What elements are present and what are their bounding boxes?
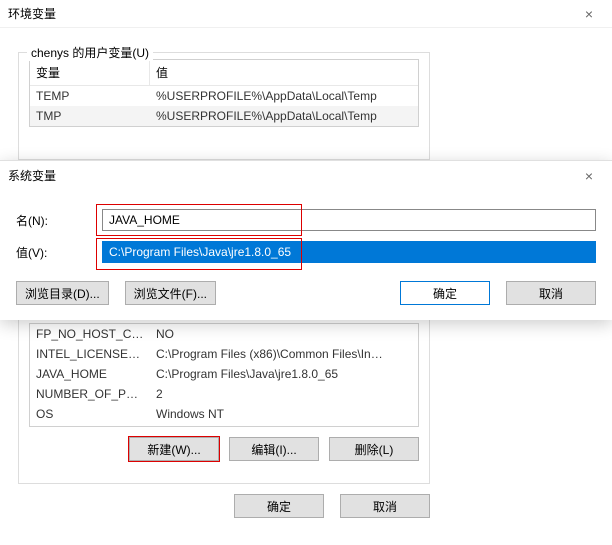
dialog-title: 系统变量 bbox=[8, 161, 56, 191]
table-row[interactable]: TEMP %USERPROFILE%\AppData\Local\Temp bbox=[30, 86, 418, 106]
table-header: 变量 值 bbox=[30, 60, 418, 86]
cancel-button[interactable]: 取消 bbox=[506, 281, 596, 305]
table-row[interactable]: INTEL_LICENSE_F… C:\Program Files (x86)\… bbox=[30, 344, 418, 364]
table-row[interactable]: TMP %USERPROFILE%\AppData\Local\Temp bbox=[30, 106, 418, 126]
user-variables-table[interactable]: 变量 值 TEMP %USERPROFILE%\AppData\Local\Te… bbox=[29, 59, 419, 127]
browse-directory-button[interactable]: 浏览目录(D)... bbox=[16, 281, 109, 305]
header-value: 值 bbox=[150, 60, 418, 85]
table-row[interactable]: JAVA_HOME C:\Program Files\Java\jre1.8.0… bbox=[30, 364, 418, 384]
variable-value-row: 值(V): bbox=[16, 241, 596, 263]
dialog-body: 名(N): 值(V): bbox=[0, 191, 612, 277]
close-icon[interactable]: × bbox=[574, 0, 604, 28]
dialog-bottom-buttons: 确定 取消 bbox=[0, 494, 448, 518]
close-icon[interactable]: × bbox=[574, 161, 604, 191]
dialog-title: 环境变量 bbox=[8, 0, 56, 28]
variable-name-input[interactable] bbox=[102, 209, 596, 231]
table-row[interactable]: NUMBER_OF_PR… 2 bbox=[30, 384, 418, 404]
user-variables-group: chenys 的用户变量(U) 变量 值 TEMP %USERPROFILE%\… bbox=[18, 52, 430, 160]
system-variables-group: FP_NO_HOST_CH… NO INTEL_LICENSE_F… C:\Pr… bbox=[18, 316, 430, 484]
ok-button[interactable]: 确定 bbox=[400, 281, 490, 305]
dialog-buttons: 浏览目录(D)... 浏览文件(F)... 确定 取消 bbox=[0, 277, 612, 305]
system-buttons-row: 新建(W)... 编辑(I)... 删除(L) bbox=[29, 437, 419, 461]
variable-name-row: 名(N): bbox=[16, 209, 596, 231]
dialog-titlebar: 环境变量 × bbox=[0, 0, 612, 28]
browse-file-button[interactable]: 浏览文件(F)... bbox=[125, 281, 216, 305]
new-button[interactable]: 新建(W)... bbox=[129, 437, 219, 461]
table-row[interactable]: OS Windows NT bbox=[30, 404, 418, 424]
variable-name-label: 名(N): bbox=[16, 212, 102, 229]
delete-button[interactable]: 删除(L) bbox=[329, 437, 419, 461]
cancel-button[interactable]: 取消 bbox=[340, 494, 430, 518]
header-variable: 变量 bbox=[30, 60, 150, 85]
system-variables-table[interactable]: FP_NO_HOST_CH… NO INTEL_LICENSE_F… C:\Pr… bbox=[29, 323, 419, 427]
dialog-titlebar: 系统变量 × bbox=[0, 161, 612, 191]
variable-value-label: 值(V): bbox=[16, 244, 102, 261]
table-row[interactable]: FP_NO_HOST_CH… NO bbox=[30, 324, 418, 344]
ok-button[interactable]: 确定 bbox=[234, 494, 324, 518]
edit-system-variable-dialog: 系统变量 × 名(N): 值(V): 浏览目录(D)... 浏览文件(F)...… bbox=[0, 160, 612, 320]
variable-value-input[interactable] bbox=[102, 241, 596, 263]
user-variables-label: chenys 的用户变量(U) bbox=[27, 44, 153, 61]
edit-button[interactable]: 编辑(I)... bbox=[229, 437, 319, 461]
